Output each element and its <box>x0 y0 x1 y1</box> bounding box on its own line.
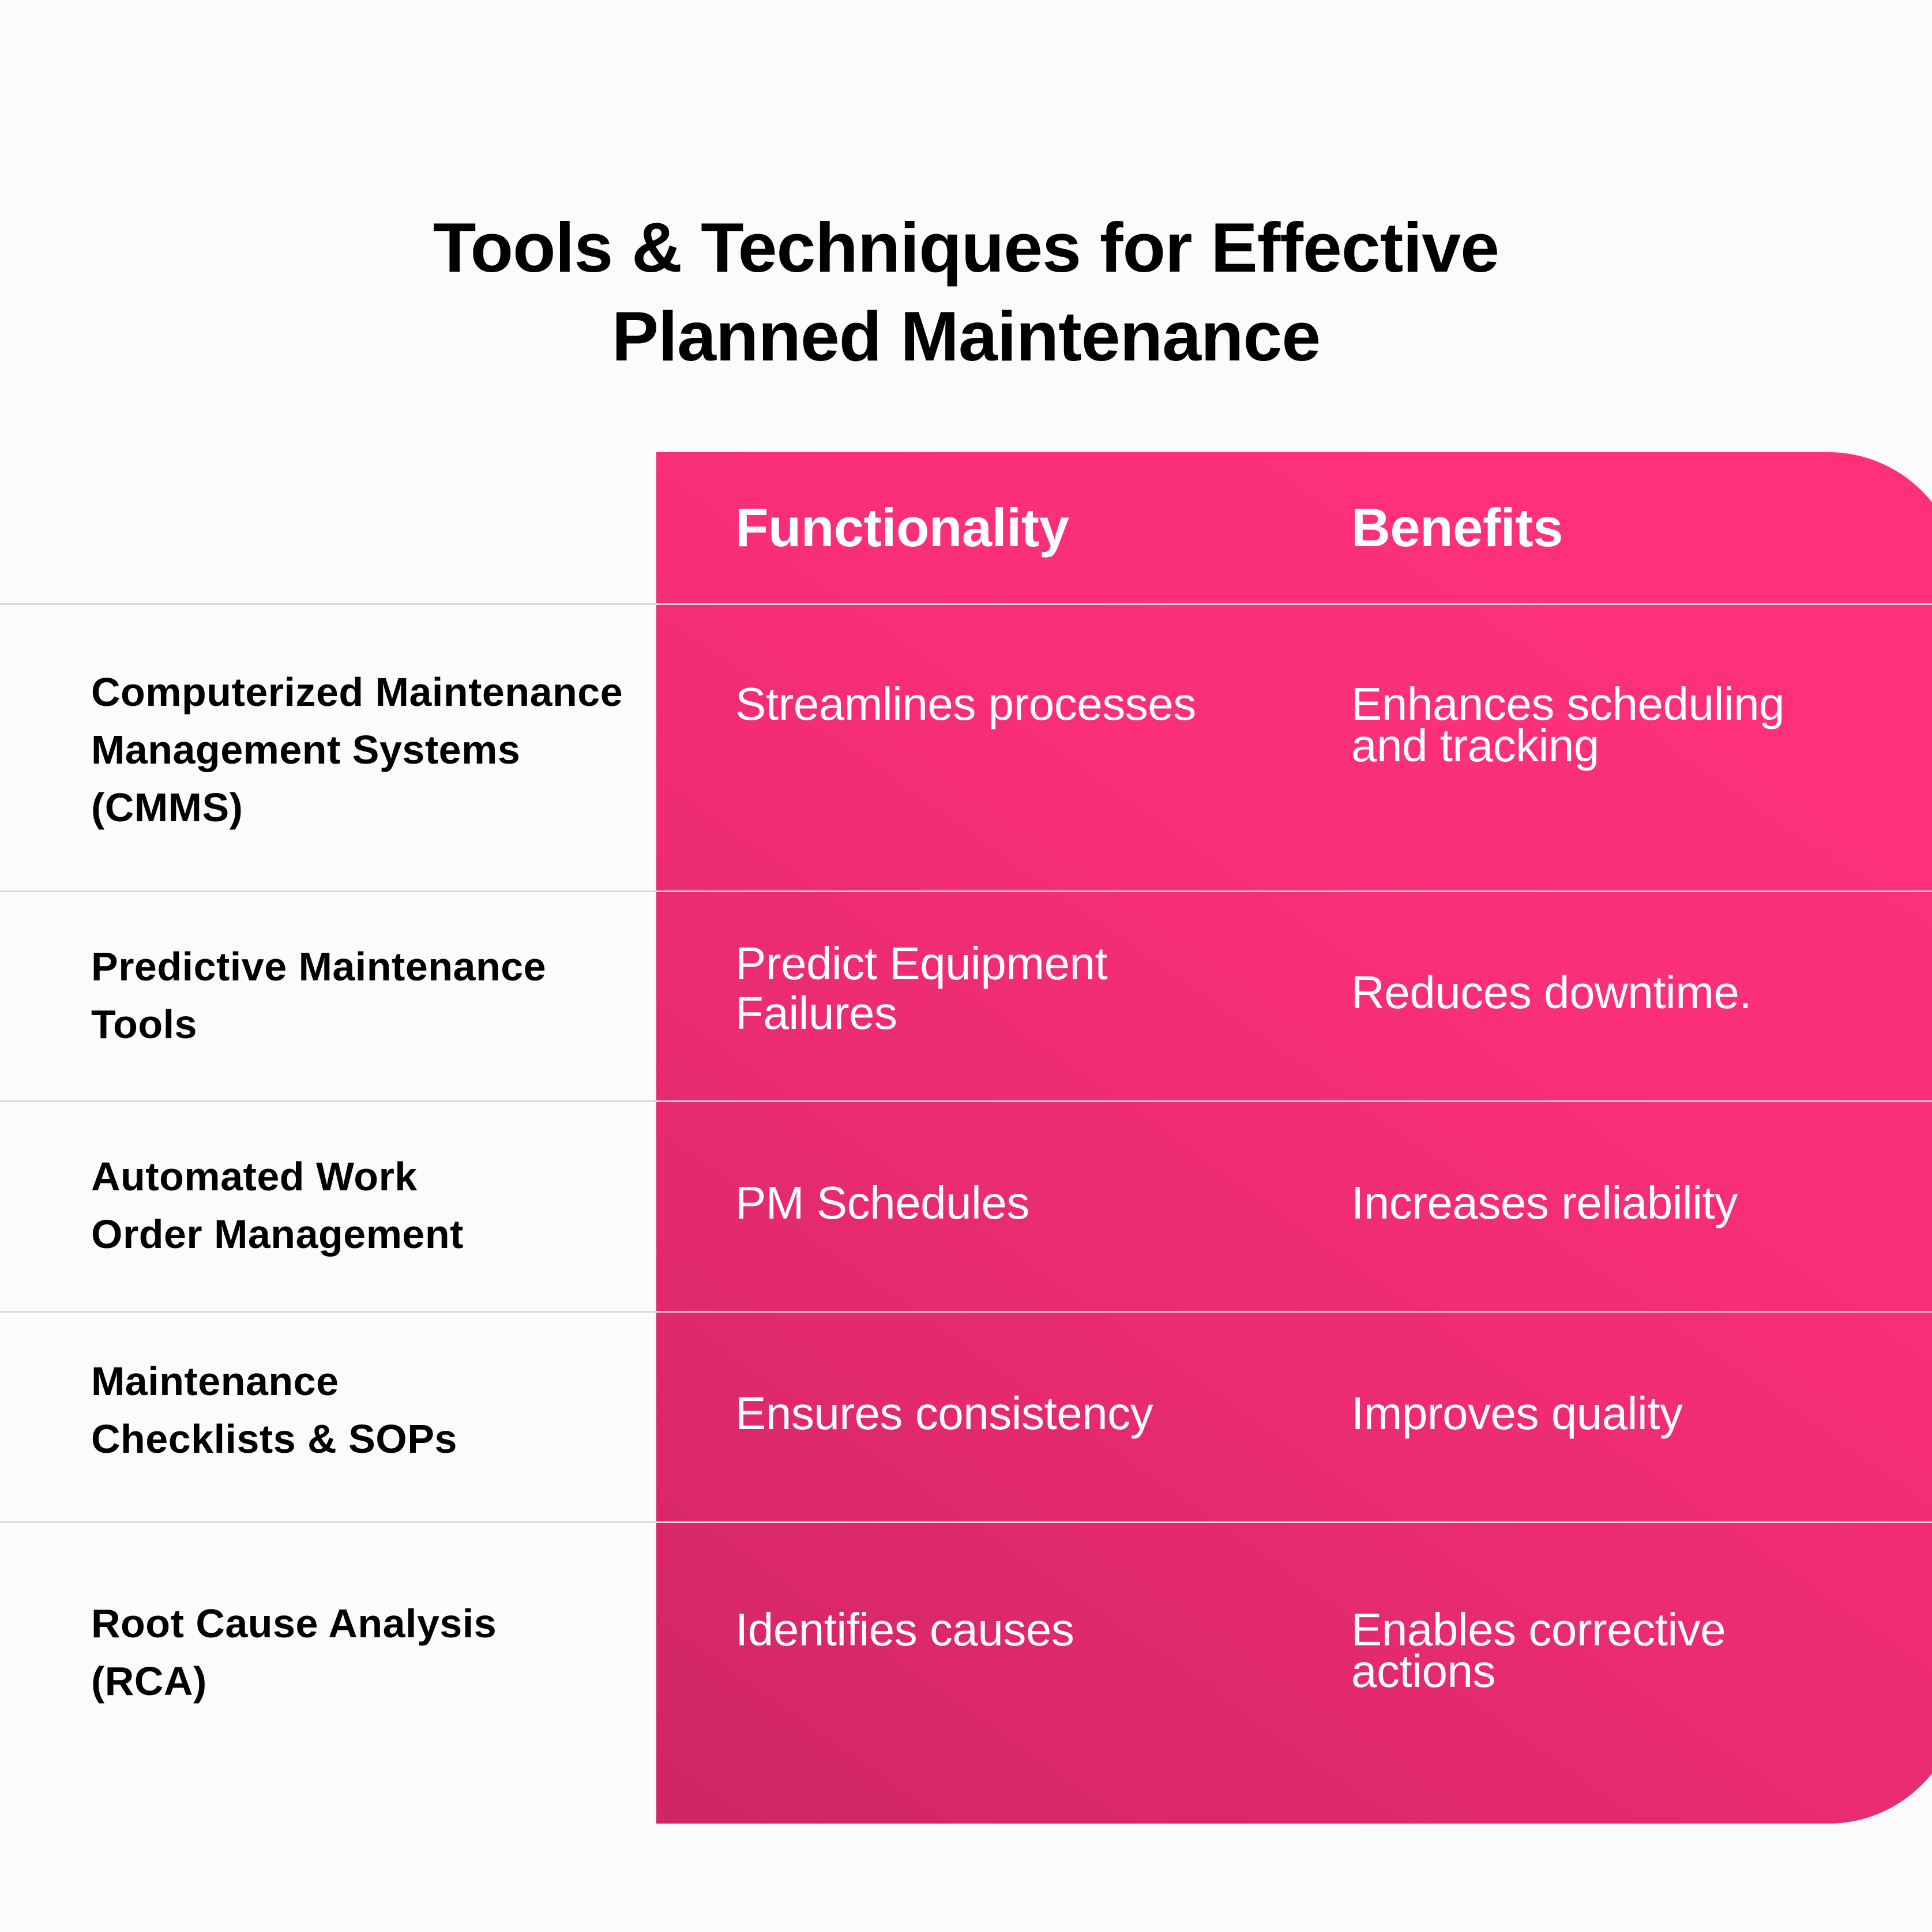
row-label-predictive: Predictive Maintenance Tools <box>91 944 547 1047</box>
cell-benefits: Increases reliability <box>1351 1177 1738 1228</box>
title-line-2: Planned Maintenance <box>611 296 1321 375</box>
cell-functionality: Ensures consistency <box>735 1388 1153 1439</box>
row-divider <box>0 1311 1932 1313</box>
cell-benefits: Enables corrective actions <box>1351 1604 1726 1697</box>
cell-benefits: Reduces downtime. <box>1351 967 1752 1018</box>
title-line-1: Tools & Techniques for Effective <box>433 208 1499 287</box>
cell-functionality: Identifies causes <box>735 1604 1074 1655</box>
cell-benefits: Improves quality <box>1351 1388 1683 1439</box>
row-divider <box>0 603 1932 605</box>
column-header-functionality: Functionality <box>735 497 1069 558</box>
page-title: Tools & Techniques for Effective Planned… <box>0 203 1932 381</box>
row-divider <box>0 1521 1932 1523</box>
row-divider <box>0 890 1932 892</box>
row-label-rca: Root Cause Analysis (RCA) <box>91 1601 497 1704</box>
row-label-checklists: Maintenance Checklists & SOPs <box>91 1359 457 1461</box>
row-divider <box>0 1100 1932 1102</box>
cell-benefits: Enhances scheduling and tracking <box>1351 678 1785 771</box>
row-label-cmms: Computerized Maintenance Management Syst… <box>91 670 623 830</box>
cell-functionality: Streamlines processes <box>735 678 1196 730</box>
column-header-benefits: Benefits <box>1351 497 1563 558</box>
row-label-work-order: Automated Work Order Management <box>91 1154 464 1257</box>
cell-functionality: Predict Equipment Failures <box>735 938 1108 1039</box>
cell-functionality: PM Schedules <box>735 1177 1029 1228</box>
